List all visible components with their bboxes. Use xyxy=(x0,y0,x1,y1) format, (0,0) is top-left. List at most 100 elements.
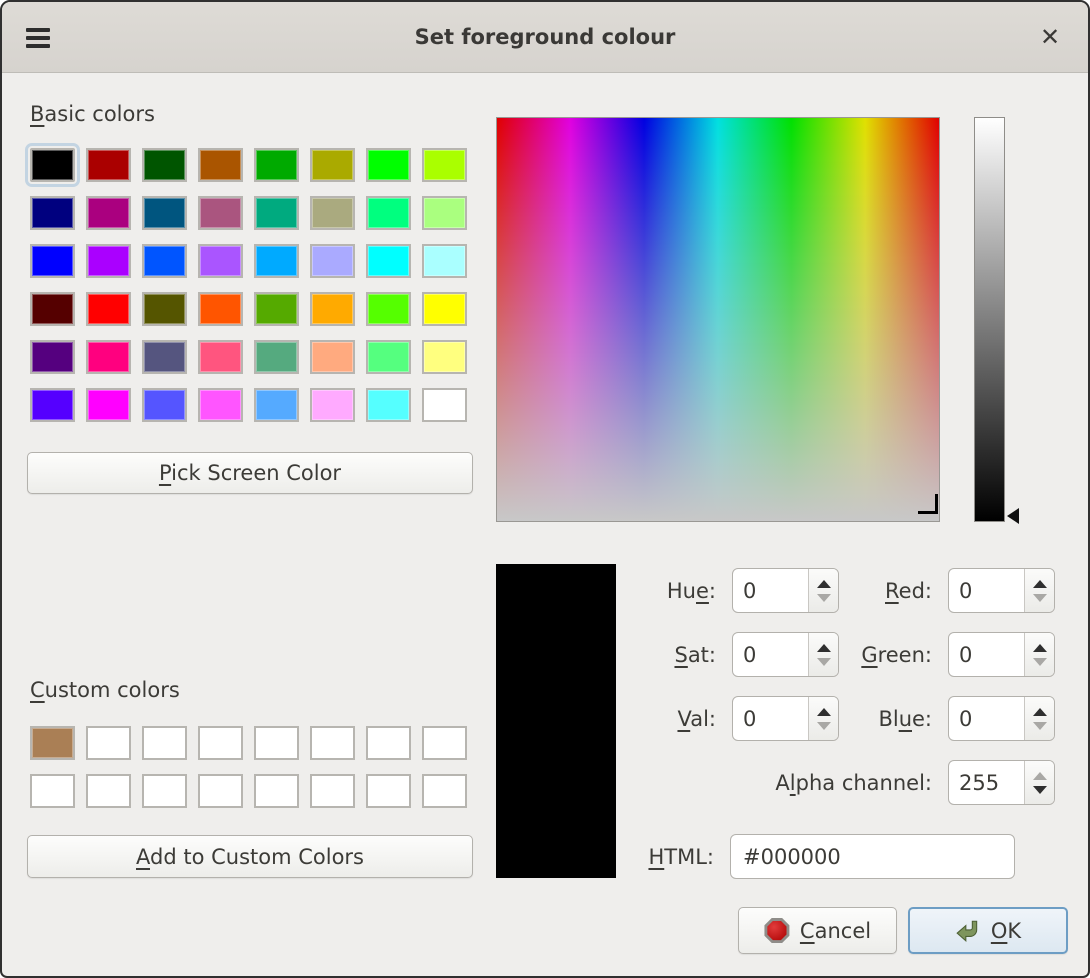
color-swatch[interactable] xyxy=(254,774,299,808)
blue-spin-up-button[interactable] xyxy=(1033,708,1047,716)
color-swatch[interactable] xyxy=(254,292,299,326)
add-to-custom-colors-button[interactable]: Add to Custom Colors xyxy=(27,835,473,878)
color-swatch[interactable] xyxy=(30,292,75,326)
color-swatch[interactable] xyxy=(30,774,75,808)
html-label: HTML: xyxy=(562,834,714,880)
color-swatch[interactable] xyxy=(310,774,355,808)
color-swatch[interactable] xyxy=(86,388,131,422)
color-swatch[interactable] xyxy=(198,340,243,374)
color-swatch[interactable] xyxy=(422,340,467,374)
color-swatch[interactable] xyxy=(30,196,75,230)
color-swatch[interactable] xyxy=(142,388,187,422)
pick-screen-color-button[interactable]: Pick Screen Color xyxy=(27,452,473,494)
color-swatch[interactable] xyxy=(30,726,75,760)
color-swatch[interactable] xyxy=(366,774,411,808)
value-slider[interactable] xyxy=(974,117,1005,522)
color-swatch[interactable] xyxy=(310,244,355,278)
color-swatch[interactable] xyxy=(142,340,187,374)
color-swatch[interactable] xyxy=(142,196,187,230)
color-swatch[interactable] xyxy=(366,244,411,278)
color-swatch[interactable] xyxy=(254,340,299,374)
custom-colors-grid xyxy=(30,726,467,808)
hue-saturation-area[interactable] xyxy=(496,117,940,522)
alpha-spinbox xyxy=(948,760,1055,805)
stop-icon xyxy=(764,918,790,944)
color-swatch[interactable] xyxy=(366,340,411,374)
color-swatch[interactable] xyxy=(198,148,243,182)
color-swatch[interactable] xyxy=(422,148,467,182)
color-swatch[interactable] xyxy=(142,774,187,808)
blue-spinbox xyxy=(948,696,1055,741)
color-swatch[interactable] xyxy=(30,244,75,278)
alpha-label: Alpha channel: xyxy=(642,760,932,806)
basic-colors-grid xyxy=(30,148,467,422)
color-swatch[interactable] xyxy=(86,340,131,374)
sat-label: Sat: xyxy=(542,632,716,678)
color-swatch[interactable] xyxy=(366,726,411,760)
hue-label: Hue: xyxy=(542,568,716,614)
color-swatch[interactable] xyxy=(142,292,187,326)
green-value[interactable] xyxy=(949,633,1024,676)
color-swatch[interactable] xyxy=(254,726,299,760)
color-swatch[interactable] xyxy=(86,726,131,760)
color-swatch[interactable] xyxy=(30,340,75,374)
color-picker-dialog: Set foreground colour ✕ Basic colors Pic… xyxy=(0,0,1090,978)
color-swatch[interactable] xyxy=(198,774,243,808)
color-swatch[interactable] xyxy=(254,388,299,422)
color-swatch[interactable] xyxy=(366,148,411,182)
blue-value[interactable] xyxy=(949,697,1024,740)
color-swatch[interactable] xyxy=(254,196,299,230)
value-slider-arrow[interactable] xyxy=(1007,508,1019,524)
color-swatch[interactable] xyxy=(30,388,75,422)
close-button[interactable]: ✕ xyxy=(1032,19,1068,55)
red-spin-up-button[interactable] xyxy=(1033,580,1047,588)
window-menu-button[interactable] xyxy=(26,22,58,54)
window-title: Set foreground colour xyxy=(2,2,1088,73)
cancel-button[interactable]: Cancel xyxy=(738,907,897,954)
titlebar: Set foreground colour ✕ xyxy=(2,2,1088,73)
color-swatch[interactable] xyxy=(254,244,299,278)
color-swatch[interactable] xyxy=(422,726,467,760)
color-swatch[interactable] xyxy=(30,148,75,182)
color-swatch[interactable] xyxy=(366,388,411,422)
color-swatch[interactable] xyxy=(142,148,187,182)
color-swatch[interactable] xyxy=(86,244,131,278)
red-label: Red: xyxy=(792,568,932,614)
html-input[interactable] xyxy=(730,834,1015,879)
color-swatch[interactable] xyxy=(198,196,243,230)
color-swatch[interactable] xyxy=(310,148,355,182)
color-swatch[interactable] xyxy=(366,196,411,230)
color-swatch[interactable] xyxy=(422,388,467,422)
color-swatch[interactable] xyxy=(198,244,243,278)
alpha-spin-up-button xyxy=(1033,772,1047,780)
color-swatch[interactable] xyxy=(86,196,131,230)
color-swatch[interactable] xyxy=(198,292,243,326)
enter-arrow-icon xyxy=(955,918,981,944)
color-swatch[interactable] xyxy=(310,292,355,326)
alpha-value[interactable] xyxy=(949,761,1024,804)
color-swatch[interactable] xyxy=(142,244,187,278)
blue-spin-down-button xyxy=(1033,722,1047,730)
color-swatch[interactable] xyxy=(422,292,467,326)
color-swatch[interactable] xyxy=(86,148,131,182)
color-swatch[interactable] xyxy=(310,196,355,230)
color-swatch[interactable] xyxy=(254,148,299,182)
color-swatch[interactable] xyxy=(422,774,467,808)
color-swatch[interactable] xyxy=(422,244,467,278)
color-swatch[interactable] xyxy=(310,340,355,374)
color-swatch[interactable] xyxy=(198,726,243,760)
hamburger-icon xyxy=(26,28,50,32)
color-swatch[interactable] xyxy=(142,726,187,760)
ok-button[interactable]: OK xyxy=(908,907,1068,954)
color-swatch[interactable] xyxy=(198,388,243,422)
color-swatch[interactable] xyxy=(86,774,131,808)
color-swatch[interactable] xyxy=(310,388,355,422)
color-swatch[interactable] xyxy=(310,726,355,760)
red-value[interactable] xyxy=(949,569,1024,612)
color-swatch[interactable] xyxy=(422,196,467,230)
alpha-spin-down-button[interactable] xyxy=(1033,786,1047,794)
color-swatch[interactable] xyxy=(366,292,411,326)
green-spin-up-button[interactable] xyxy=(1033,644,1047,652)
color-swatch[interactable] xyxy=(86,292,131,326)
red-spin-down-button xyxy=(1033,594,1047,602)
